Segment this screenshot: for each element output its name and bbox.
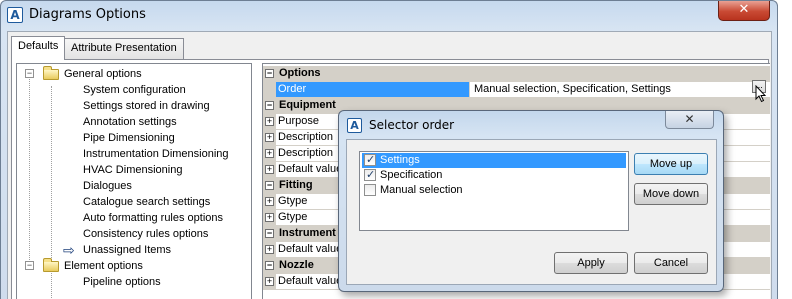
expand-icon[interactable]: +: [265, 277, 274, 286]
tree-item-unassigned-items[interactable]: ⇨ Unassigned Items: [63, 242, 213, 258]
collapse-icon[interactable]: −: [265, 261, 274, 270]
expand-icon[interactable]: +: [265, 133, 274, 142]
tree-connector: [29, 77, 30, 264]
checkbox[interactable]: [364, 153, 376, 166]
tree-item-system-configuration[interactable]: System configuration: [83, 82, 186, 98]
category-label: Fitting: [279, 179, 313, 191]
list-item-label: Specification: [380, 169, 443, 181]
row-margin: +: [263, 210, 276, 226]
collapse-icon[interactable]: −: [265, 101, 274, 110]
row-margin: +: [263, 194, 276, 210]
tree-item-instrumentation-dimensioning[interactable]: Instrumentation Dimensioning: [83, 146, 229, 162]
options-tree[interactable]: − General options System configuration S…: [16, 63, 252, 299]
selector-order-dialog: A Selector order ✕ Settings Specificatio…: [338, 110, 724, 292]
list-item-label: Manual selection: [380, 184, 463, 196]
expand-icon[interactable]: +: [265, 213, 274, 222]
dialog-title: Selector order: [369, 118, 455, 132]
expand-icon[interactable]: +: [265, 117, 274, 126]
row-margin: +: [263, 114, 276, 130]
category-label: Options: [279, 67, 321, 79]
category-label: Instrument: [279, 227, 336, 239]
grid-row-order[interactable]: Order Manual selection, Specification, S…: [263, 82, 770, 98]
tree-item-settings-stored[interactable]: Settings stored in drawing: [83, 98, 210, 114]
move-up-button[interactable]: Move up: [634, 153, 708, 175]
property-value[interactable]: Manual selection, Specification, Setting…: [471, 82, 671, 97]
tab-attribute-presentation[interactable]: Attribute Presentation: [64, 38, 184, 59]
cancel-button[interactable]: Cancel: [634, 252, 708, 274]
row-margin: +: [263, 162, 276, 178]
collapse-icon[interactable]: −: [265, 229, 274, 238]
tree-node-label: Unassigned Items: [83, 244, 172, 256]
title-bar[interactable]: A Diagrams Options ✕: [1, 1, 777, 29]
tree-item-annotation-settings[interactable]: Annotation settings: [83, 114, 177, 130]
expand-icon[interactable]: +: [265, 165, 274, 174]
row-margin: [263, 82, 276, 98]
expand-icon[interactable]: +: [265, 149, 274, 158]
selector-order-list[interactable]: Settings Specification Manual selection: [359, 151, 629, 231]
apply-button[interactable]: Apply: [554, 252, 628, 274]
mouse-cursor-icon: [755, 85, 767, 103]
move-down-button[interactable]: Move down: [634, 183, 708, 205]
tree-item-hvac-dimensioning[interactable]: HVAC Dimensioning: [83, 162, 182, 178]
category-label: Nozzle: [279, 259, 314, 271]
tree-item-pipe-dimensioning[interactable]: Pipe Dimensioning: [83, 130, 175, 146]
expand-icon[interactable]: +: [265, 197, 274, 206]
collapse-icon[interactable]: −: [265, 181, 274, 190]
property-name: Order: [276, 82, 470, 97]
tab-defaults[interactable]: Defaults: [11, 36, 66, 60]
tree-item-catalogue-search[interactable]: Catalogue search settings: [83, 194, 210, 210]
row-margin: +: [263, 242, 276, 258]
tree-item-consistency-rules[interactable]: Consistency rules options: [83, 226, 208, 242]
window-title: Diagrams Options: [29, 7, 146, 22]
folder-open-icon: [43, 66, 59, 80]
list-item-settings[interactable]: Settings: [362, 153, 626, 168]
list-item-label: Settings: [380, 154, 420, 166]
tree-node-element-options[interactable]: − Element options: [17, 258, 247, 274]
collapse-icon[interactable]: −: [25, 69, 34, 78]
tree-node-general-options[interactable]: − General options: [17, 66, 247, 82]
tree-node-label: Element options: [64, 260, 143, 272]
row-margin: +: [263, 146, 276, 162]
arrow-right-icon: ⇨: [63, 242, 75, 258]
dialog-client: Settings Specification Manual selection …: [346, 139, 717, 285]
expand-icon[interactable]: +: [265, 245, 274, 254]
tree-node-label: General options: [64, 68, 142, 80]
dialog-close-button[interactable]: ✕: [665, 111, 714, 129]
row-margin: +: [263, 130, 276, 146]
row-margin: +: [263, 274, 276, 290]
collapse-icon[interactable]: −: [265, 69, 274, 78]
checkbox[interactable]: [364, 168, 376, 181]
category-label: Equipment: [279, 99, 336, 111]
list-item-specification[interactable]: Specification: [362, 168, 626, 183]
folder-open-icon: [43, 258, 59, 272]
tree-item-dialogues[interactable]: Dialogues: [83, 178, 132, 194]
app-icon: A: [7, 7, 23, 23]
app-icon: A: [347, 118, 362, 133]
window-close-button[interactable]: ✕: [718, 1, 770, 21]
grid-category-options[interactable]: − Options: [263, 66, 770, 82]
tree-item-auto-formatting[interactable]: Auto formatting rules options: [83, 210, 223, 226]
collapse-icon[interactable]: −: [25, 261, 34, 270]
list-item-manual-selection[interactable]: Manual selection: [362, 183, 626, 198]
checkbox[interactable]: [364, 184, 376, 196]
tree-item-pipeline-options[interactable]: Pipeline options: [83, 274, 161, 290]
